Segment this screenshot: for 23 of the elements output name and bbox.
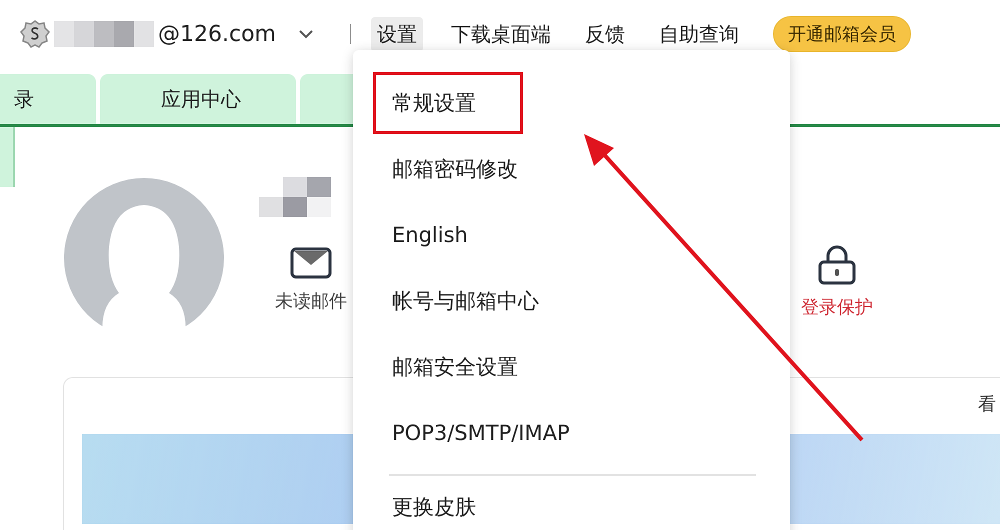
menu-item[interactable]: POP3/SMTP/IMAP: [373, 402, 770, 464]
shortcut-label[interactable]: 登录保护: [801, 295, 873, 319]
nav-tab[interactable]: 录: [0, 74, 96, 124]
menu-item[interactable]: 邮箱安全设置: [373, 336, 770, 398]
sidebar-strip: [0, 127, 15, 187]
vip-button[interactable]: 开通邮箱会员: [772, 16, 911, 52]
shortcut-label[interactable]: 未读邮件: [275, 289, 347, 313]
menu-item[interactable]: English: [373, 204, 770, 266]
nav-link[interactable]: 设置: [370, 16, 423, 52]
menu-item[interactable]: 邮箱密码修改: [373, 138, 770, 200]
menu-item[interactable]: 常规设置: [373, 72, 523, 134]
envelope-icon: [290, 247, 332, 279]
chevron-down-icon[interactable]: [298, 29, 314, 39]
nav-link[interactable]: 反馈: [578, 16, 631, 52]
lock-icon: [818, 245, 856, 285]
card-link[interactable]: 看: [978, 392, 996, 416]
account-email: @126.com: [158, 22, 276, 46]
nav-link[interactable]: 自助查询: [652, 16, 745, 52]
badge-icon: [20, 19, 50, 49]
menu-item[interactable]: 帐号与邮箱中心: [373, 270, 770, 332]
nav-link[interactable]: 下载桌面端: [444, 16, 557, 52]
nav-tab[interactable]: 应用中心: [100, 74, 296, 124]
menu-item[interactable]: 更换皮肤: [373, 476, 770, 530]
